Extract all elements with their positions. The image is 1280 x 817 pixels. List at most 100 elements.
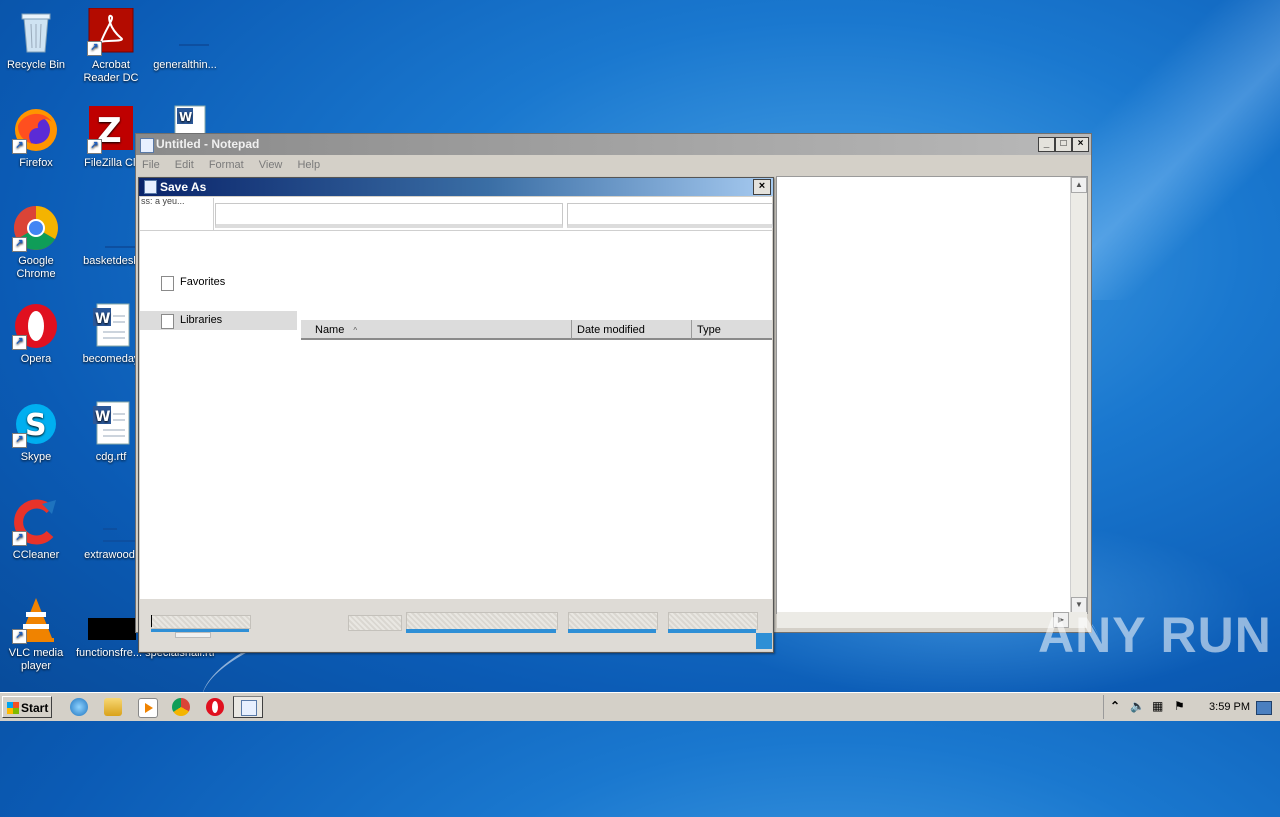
opera-taskbar-icon[interactable] <box>206 698 224 716</box>
desktop-icon-firefox[interactable]: ↗ Firefox <box>0 106 74 170</box>
nav-item-favorites[interactable]: Favorites <box>140 273 297 292</box>
divider <box>140 230 772 231</box>
menu-file[interactable]: File <box>142 159 160 171</box>
column-header-name[interactable]: Name ^ <box>301 320 572 340</box>
menu-help[interactable]: Help <box>297 159 320 171</box>
desktop-icon-label: generalthin... <box>153 59 217 71</box>
shortcut-arrow-icon: ↗ <box>87 41 102 56</box>
desktop-icon-skype[interactable]: S ↗ Skype <box>0 400 74 464</box>
desktop-icon-ccleaner[interactable]: ↗ CCleaner <box>0 498 74 562</box>
save-as-icon <box>144 180 157 194</box>
file-icon <box>87 498 143 546</box>
save-button[interactable] <box>568 612 658 630</box>
menu-format[interactable]: Format <box>209 159 244 171</box>
save-as-body: ss: a yeu... Favorites Libraries Name ^ … <box>140 197 773 599</box>
internet-explorer-icon[interactable] <box>70 698 88 716</box>
cancel-button-underline <box>668 629 756 633</box>
desktop-icon-label: Acrobat Reader DC <box>83 59 139 84</box>
word-document-icon: W <box>87 400 135 448</box>
desktop-icon-chrome[interactable]: ↗ Google Chrome <box>0 204 74 281</box>
desktop-icon-label: Google Chrome <box>16 255 56 280</box>
skype-icon: S ↗ <box>12 400 60 448</box>
minimize-button[interactable]: _ <box>1038 137 1055 152</box>
close-button[interactable]: × <box>753 179 771 195</box>
notepad-icon <box>140 138 154 153</box>
save-as-footer <box>140 599 772 651</box>
desktop-icon-label: Opera <box>20 353 52 365</box>
notepad-icon <box>241 700 257 716</box>
scroll-up-icon[interactable]: ▲ <box>1071 177 1087 193</box>
encoding-select[interactable] <box>406 612 558 630</box>
file-icon <box>87 204 145 252</box>
svg-text:W: W <box>95 409 110 425</box>
save-as-dialog: Save As × ss: a yeu... Favorites Librari… <box>138 177 774 653</box>
hide-folders-button[interactable] <box>151 615 251 629</box>
recycle-bin-icon <box>12 8 60 56</box>
file-explorer-icon[interactable] <box>104 698 122 716</box>
notepad-title-bar[interactable]: Untitled - Notepad _ □ × <box>136 134 1091 155</box>
desktop-icon-label: Firefox <box>19 157 53 169</box>
desktop-icon-label: Recycle Bin <box>6 59 66 71</box>
shortcut-arrow-icon: ↗ <box>12 335 27 350</box>
shortcut-arrow-icon: ↗ <box>12 531 27 546</box>
menu-view[interactable]: View <box>259 159 283 171</box>
firefox-icon: ↗ <box>12 106 60 154</box>
desktop-icon-acrobat[interactable]: ↗ Acrobat Reader DC <box>73 7 149 85</box>
menu-edit[interactable]: Edit <box>175 159 194 171</box>
notepad-menu-bar: File Edit Format View Help <box>136 155 1091 175</box>
taskbar: Start ⌃ 🔈 ▦ ⚑ 3:59 PM <box>0 692 1280 721</box>
desktop-icon-label: Skype <box>20 451 52 463</box>
nav-item-label: Libraries <box>180 314 223 326</box>
cancel-button[interactable] <box>668 612 758 630</box>
nav-item-libraries[interactable]: Libraries <box>140 311 297 330</box>
libraries-icon <box>161 314 174 329</box>
desktop-icon-recycle-bin[interactable]: Recycle Bin <box>0 8 74 72</box>
action-center-flag-icon[interactable]: ⚑ <box>1174 699 1185 713</box>
address-bar[interactable] <box>215 203 563 228</box>
network-icon[interactable]: ▦ <box>1152 699 1163 713</box>
ccleaner-icon: ↗ <box>12 498 60 546</box>
start-button[interactable]: Start <box>2 696 52 718</box>
save-as-title-bar[interactable]: Save As × <box>139 178 773 196</box>
show-hidden-icons-icon[interactable]: ⌃ <box>1110 699 1120 713</box>
desktop-icon-label: VLC media player <box>8 647 64 672</box>
windows-logo-icon <box>7 702 19 714</box>
column-header-date-modified[interactable]: Date modified <box>572 320 692 340</box>
svg-text:W: W <box>95 311 110 327</box>
svg-text:S: S <box>25 408 47 443</box>
nav-item-label: Favorites <box>180 276 226 288</box>
column-label: Type <box>697 324 721 336</box>
acrobat-reader-icon: ↗ <box>87 7 135 56</box>
search-input[interactable] <box>567 203 773 228</box>
resize-grip-icon[interactable] <box>756 633 772 649</box>
close-button[interactable]: × <box>1072 137 1089 152</box>
address-fragment: ss: a yeu... <box>141 198 214 230</box>
file-icon <box>88 596 136 644</box>
desktop-icon-label: CCleaner <box>12 549 60 561</box>
favorites-icon <box>161 276 174 291</box>
desktop-icon-generalthin[interactable]: generalthin... <box>147 8 223 72</box>
opera-icon: ↗ <box>12 302 60 350</box>
vertical-scrollbar[interactable]: ▲ ▼ <box>1070 177 1087 613</box>
volume-icon[interactable]: 🔈 <box>1130 699 1145 713</box>
taskbar-item-notepad[interactable] <box>233 696 263 718</box>
shortcut-arrow-icon: ↗ <box>12 237 27 252</box>
vlc-icon: ↗ <box>12 596 60 644</box>
desktop-icon-vlc[interactable]: ↗ VLC media player <box>0 596 74 673</box>
sort-ascending-icon: ^ <box>353 326 358 335</box>
desktop-icon-opera[interactable]: ↗ Opera <box>0 302 74 366</box>
media-player-icon[interactable] <box>138 698 158 718</box>
column-label: Date modified <box>577 324 645 336</box>
chrome-taskbar-icon[interactable] <box>172 698 190 716</box>
save-button-underline <box>568 629 656 633</box>
column-label: Name <box>315 324 345 336</box>
chrome-icon: ↗ <box>12 204 60 252</box>
notepad-text-area[interactable]: ▲ ▼ <box>776 176 1088 614</box>
show-desktop-icon[interactable] <box>1256 701 1272 715</box>
encoding-select-underline <box>406 629 556 633</box>
shortcut-arrow-icon: ↗ <box>87 139 102 154</box>
clock[interactable]: 3:59 PM <box>1209 701 1250 713</box>
maximize-button[interactable]: □ <box>1055 137 1072 152</box>
svg-text:W: W <box>179 110 192 124</box>
column-header-type[interactable]: Type <box>692 320 772 340</box>
